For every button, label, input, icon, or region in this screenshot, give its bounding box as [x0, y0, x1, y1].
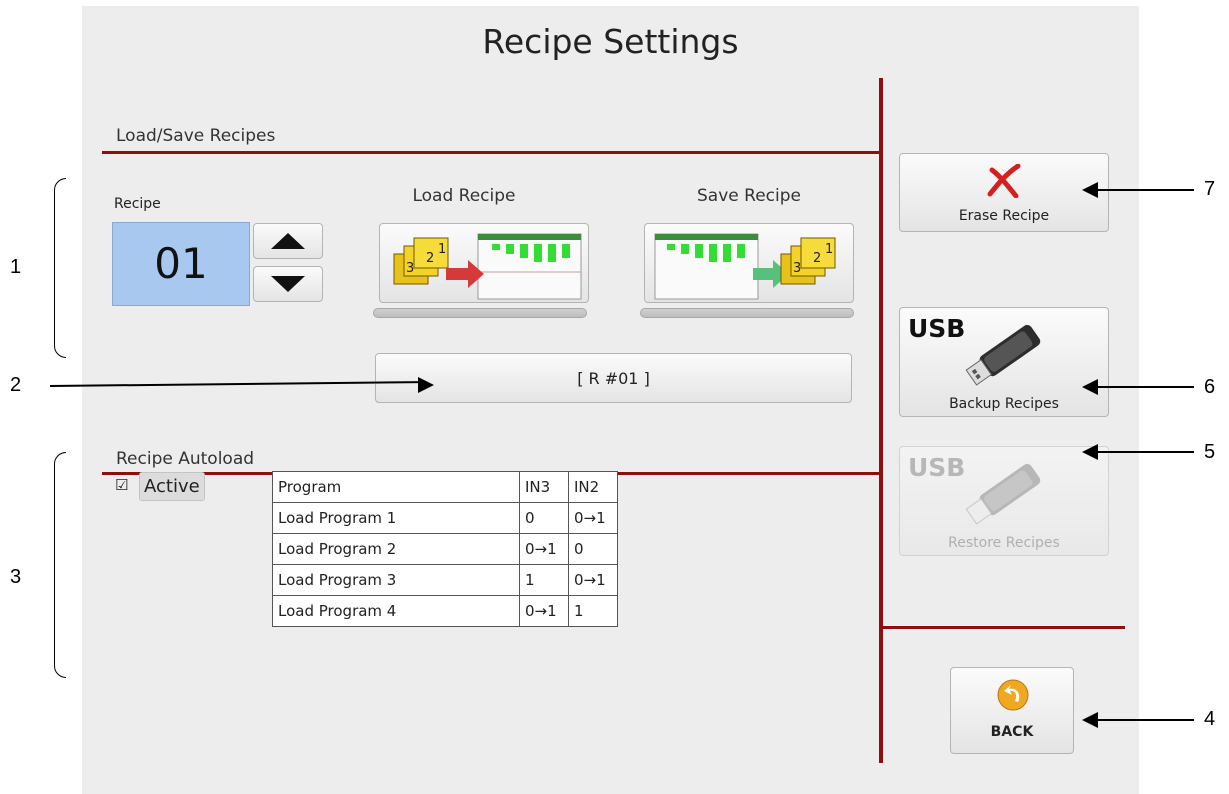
table-cell: 0→1 [519, 595, 569, 627]
usb-text: USB [908, 314, 966, 343]
svg-text:2: 2 [426, 251, 434, 266]
arrow-up-icon [271, 233, 305, 249]
usb-drive-icon [965, 324, 1041, 386]
table-row: Load Program 3 1 0→1 [272, 564, 618, 596]
svg-text:3: 3 [793, 261, 801, 276]
svg-text:1: 1 [825, 242, 833, 257]
table-cell: 1 [568, 595, 618, 627]
table-cell: 0→1 [568, 564, 618, 596]
annotation-arrow-icon [1082, 712, 1098, 728]
table-cell: Load Program 4 [272, 595, 520, 627]
restore-recipes-label: Restore Recipes [948, 535, 1060, 551]
autoload-program-table: Program IN3 IN2 Load Program 1 0 0→1 Loa… [272, 471, 618, 627]
annotation-4: 4 [1204, 708, 1216, 730]
table-cell: 0 [519, 502, 569, 534]
annotation-arrow-icon [1082, 182, 1098, 198]
table-header-row: Program IN3 IN2 [272, 471, 618, 503]
active-checkbox[interactable]: ☑ [115, 478, 129, 493]
annotation-brace-3 [54, 452, 66, 678]
svg-text:1: 1 [438, 242, 446, 257]
table-row: Load Program 4 0→1 1 [272, 595, 618, 627]
annotation-arrow-icon [1082, 379, 1098, 395]
save-recipe-label: Save Recipe [697, 186, 801, 206]
annotation-5: 5 [1204, 441, 1216, 463]
annotation-1: 1 [10, 256, 22, 278]
autoload-section-title: Recipe Autoload [116, 449, 255, 469]
annotation-line-4 [1096, 719, 1194, 721]
back-label: BACK [990, 724, 1034, 740]
load-save-divider [102, 151, 879, 154]
table-cell: 0 [568, 533, 618, 565]
recipe-number-field[interactable]: 01 [112, 222, 250, 306]
backup-recipes-button[interactable]: USB Backup Recipes [899, 307, 1109, 417]
annotation-brace-1 [54, 178, 66, 358]
save-progress-bar [640, 308, 854, 318]
column-header: IN2 [568, 471, 618, 503]
svg-text:2: 2 [813, 251, 821, 266]
recipe-label: Recipe [114, 196, 161, 212]
annotation-line-7 [1096, 189, 1194, 191]
annotation-line-5 [1096, 451, 1194, 453]
recipe-up-button[interactable] [253, 223, 323, 259]
save-recipe-icon: 3 2 1 [654, 233, 836, 300]
load-save-section-title: Load/Save Recipes [116, 126, 276, 146]
table-cell: 0→1 [568, 502, 618, 534]
usb-drive-icon [965, 463, 1041, 525]
load-recipe-icon: 3 2 1 [393, 233, 582, 300]
column-header: IN3 [519, 471, 569, 503]
page-title: Recipe Settings [482, 22, 739, 61]
back-button[interactable]: BACK [950, 667, 1074, 754]
table-cell: Load Program 1 [272, 502, 520, 534]
load-recipe-label: Load Recipe [412, 186, 516, 206]
load-recipe-button[interactable]: 3 2 1 [379, 223, 589, 303]
svg-text:3: 3 [406, 261, 414, 276]
red-x-icon [987, 164, 1021, 198]
annotation-2: 2 [10, 374, 22, 396]
annotation-line-6 [1096, 386, 1194, 388]
back-arrow-icon [997, 679, 1029, 711]
annotation-arrow-icon [1082, 444, 1098, 460]
table-row: Load Program 2 0→1 0 [272, 533, 618, 565]
arrow-down-icon [271, 276, 305, 292]
annotation-3: 3 [10, 566, 22, 588]
restore-recipes-button[interactable]: USB Restore Recipes [899, 446, 1109, 556]
column-header: Program [272, 471, 520, 503]
usb-text: USB [908, 453, 966, 482]
erase-recipe-button[interactable]: Erase Recipe [899, 153, 1109, 232]
save-recipe-button[interactable]: 3 2 1 [644, 223, 854, 303]
annotation-arrow-icon [418, 377, 434, 393]
table-cell: Load Program 3 [272, 564, 520, 596]
load-progress-bar [373, 308, 587, 318]
annotation-6: 6 [1204, 376, 1216, 398]
active-label[interactable]: Active [139, 472, 205, 501]
recipe-down-button[interactable] [253, 266, 323, 302]
vertical-divider [879, 78, 883, 763]
table-cell: 0→1 [519, 533, 569, 565]
table-row: Load Program 1 0 0→1 [272, 502, 618, 534]
annotation-7: 7 [1204, 178, 1216, 200]
table-cell: Load Program 2 [272, 533, 520, 565]
table-cell: 1 [519, 564, 569, 596]
erase-recipe-label: Erase Recipe [958, 208, 1050, 224]
side-divider [879, 626, 1125, 629]
backup-recipes-label: Backup Recipes [949, 396, 1059, 412]
recipe-name-button[interactable]: [ R #01 ] [375, 353, 852, 403]
